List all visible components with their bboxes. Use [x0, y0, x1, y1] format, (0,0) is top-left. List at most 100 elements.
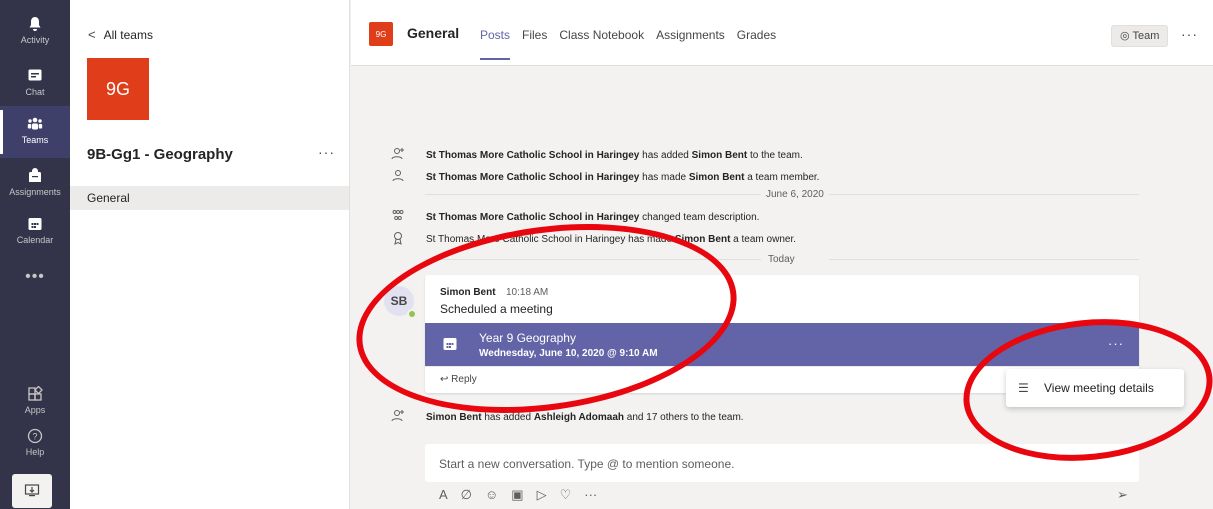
appbar-assignments[interactable]: Assignments: [0, 158, 70, 210]
team-button[interactable]: ◎ Team: [1111, 25, 1169, 47]
chevron-left-icon: <: [88, 27, 96, 42]
tab-assignments[interactable]: Assignments: [656, 28, 725, 42]
event-target: Simon Bent: [674, 234, 731, 245]
event-actor: St Thomas More Catholic School in Haring…: [426, 150, 640, 161]
appbar-help[interactable]: ? Help: [0, 418, 70, 470]
post-time: 10:18 AM: [506, 287, 549, 298]
event-actor: St Thomas More Catholic School in Haring…: [426, 172, 640, 183]
attach-icon[interactable]: ∅: [461, 487, 472, 503]
separator-line: [425, 259, 761, 260]
channel-badge: 9G: [369, 22, 393, 46]
bell-icon: [29, 17, 41, 31]
more-options-button[interactable]: ···: [584, 487, 597, 503]
event-text: has made: [639, 172, 689, 183]
format-icon[interactable]: A: [439, 487, 448, 503]
appbar-label: Calendar: [16, 235, 54, 245]
compose-toolbar: A ∅ ☺ ▣ ▷ ♡ ···: [439, 487, 597, 503]
tab-class-notebook[interactable]: Class Notebook: [559, 28, 644, 42]
separator-line: [829, 259, 1139, 260]
app-bar: Activity Chat Teams Assignments Calendar…: [0, 0, 70, 509]
separator-line: [425, 194, 761, 195]
event-target: Simon Bent: [688, 172, 745, 183]
date-separator: June 6, 2020: [351, 187, 1139, 201]
event-target: Simon Bent: [691, 150, 748, 161]
teams-icon: [27, 117, 43, 130]
team-logo: 9G: [87, 58, 149, 120]
appbar-calendar[interactable]: Calendar: [0, 206, 70, 258]
people-icon: [392, 210, 404, 220]
event-actor: St Thomas More Catholic School in Haring…: [426, 212, 640, 223]
send-icon[interactable]: ➢: [1117, 487, 1128, 503]
date-label: June 6, 2020: [766, 189, 824, 200]
praise-icon[interactable]: ♡: [560, 487, 572, 503]
add-person-icon: [391, 148, 404, 160]
tab-bar: Posts Files Class Notebook Assignments G…: [480, 28, 776, 60]
sticker-icon[interactable]: ▷: [537, 487, 547, 503]
event-text: changed team description.: [639, 212, 760, 223]
post-author: Simon Bent: [440, 287, 496, 298]
channel-title: General: [407, 25, 460, 41]
appbar-label: Chat: [25, 87, 45, 97]
team-panel: < All teams 9G 9B-Gg1 - Geography ··· Gen…: [70, 0, 350, 509]
view-meeting-details-label: View meeting details: [1044, 381, 1154, 395]
more-apps-button[interactable]: •••: [0, 268, 70, 286]
calendar-icon: [443, 338, 457, 350]
reply-label: Reply: [451, 374, 477, 385]
posts-feed: St Thomas More Catholic School in Haring…: [351, 67, 1213, 509]
appbar-chat[interactable]: Chat: [0, 58, 70, 110]
eye-icon: ◎: [1120, 30, 1133, 42]
appbar-label: Teams: [21, 135, 49, 145]
date-separator: Today: [351, 252, 1151, 266]
gif-icon[interactable]: ▣: [511, 487, 523, 503]
event-actor: Simon Bent: [426, 412, 482, 423]
event-actor: St Thomas More Catholic School in Haring…: [426, 234, 626, 245]
person-icon: [392, 170, 404, 182]
event-text: a team member.: [744, 172, 820, 183]
meeting-context-menu: ☰ View meeting details: [1006, 369, 1184, 407]
compose-box[interactable]: Start a new conversation. Type @ to ment…: [425, 444, 1139, 482]
team-more-button[interactable]: ···: [318, 144, 335, 160]
channel-header: 9G General Posts Files Class Notebook As…: [351, 0, 1213, 66]
tab-grades[interactable]: Grades: [737, 28, 776, 42]
channel-general[interactable]: General: [70, 186, 349, 210]
event-text: and 17 others to the team.: [624, 412, 744, 423]
event-text: a team owner.: [730, 234, 796, 245]
help-icon: ?: [27, 428, 43, 444]
event-target: Ashleigh Adomaah: [533, 412, 625, 423]
owner-badge-icon: [394, 232, 402, 245]
all-teams-label: All teams: [103, 28, 153, 42]
download-icon: [24, 484, 40, 497]
appbar-label: Apps: [24, 405, 46, 415]
download-app-button[interactable]: [12, 474, 52, 508]
separator-line: [829, 194, 1139, 195]
appbar-activity[interactable]: Activity: [0, 6, 70, 58]
event-text: has added: [639, 150, 692, 161]
tab-files[interactable]: Files: [522, 28, 547, 42]
assignments-icon: [29, 168, 41, 182]
meeting-time: Wednesday, June 10, 2020 @ 9:10 AM: [479, 348, 658, 359]
meeting-card[interactable]: Year 9 Geography Wednesday, June 10, 202…: [425, 323, 1139, 366]
meeting-title: Year 9 Geography: [479, 331, 576, 345]
presence-indicator: [407, 309, 417, 319]
view-meeting-details-item[interactable]: ☰ View meeting details: [1018, 381, 1154, 395]
emoji-icon[interactable]: ☺: [485, 487, 498, 503]
date-label: Today: [768, 254, 795, 265]
appbar-label: Help: [25, 447, 45, 457]
reply-button[interactable]: ↩ Reply: [440, 374, 477, 385]
chat-icon: [28, 69, 42, 81]
appbar-label: Activity: [20, 35, 50, 45]
compose-placeholder: Start a new conversation. Type @ to ment…: [439, 457, 735, 471]
list-icon: ☰: [1018, 381, 1029, 395]
appbar-label: Assignments: [9, 187, 61, 197]
divider: [425, 366, 1139, 367]
svg-text:?: ?: [32, 432, 37, 442]
calendar-icon: [28, 218, 42, 230]
add-person-icon: [391, 410, 404, 422]
all-teams-link[interactable]: < All teams: [88, 27, 153, 42]
tab-posts[interactable]: Posts: [480, 28, 511, 60]
appbar-teams[interactable]: Teams: [0, 106, 70, 158]
meeting-more-button[interactable]: ···: [1108, 336, 1124, 351]
event-text: has made: [625, 234, 675, 245]
post-body: Scheduled a meeting: [440, 302, 553, 316]
header-more-button[interactable]: ···: [1181, 26, 1198, 42]
